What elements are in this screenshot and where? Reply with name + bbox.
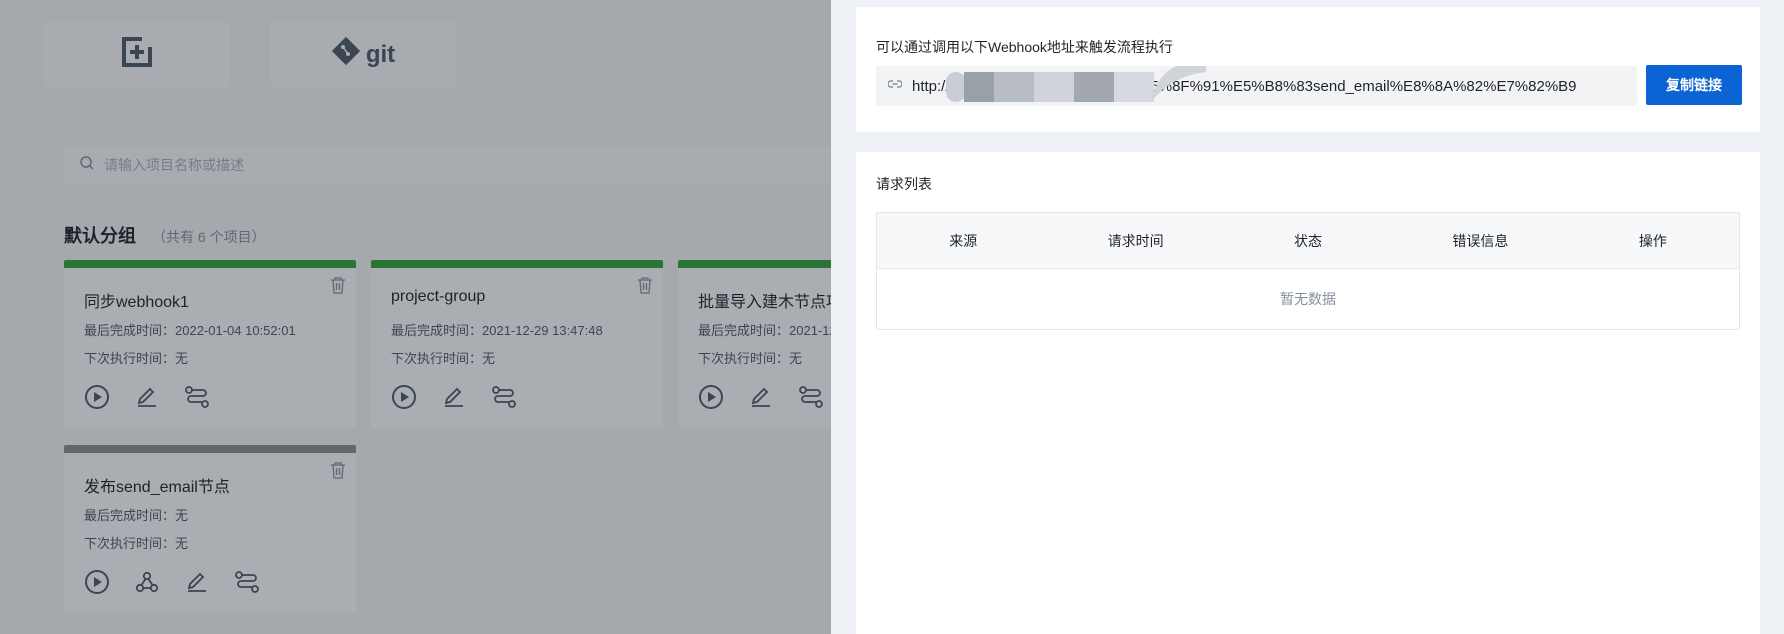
webhook-drawer: 可以通过调用以下Webhook地址来触发流程执行 http://xxxxxxxx… (831, 0, 1784, 634)
link-icon (887, 77, 903, 96)
request-table: 来源 请求时间 状态 错误信息 操作 暂无数据 (876, 212, 1740, 330)
table-header: 来源 请求时间 状态 错误信息 操作 (877, 213, 1739, 269)
column-source: 来源 (949, 232, 978, 249)
request-list-panel: 请求列表 来源 请求时间 状态 错误信息 操作 暂无数据 (856, 152, 1760, 634)
column-request-time: 请求时间 (1107, 232, 1164, 249)
webhook-url[interactable]: http://xxxxxxxxxx:xxxx/webhook/%E5%8F%91… (912, 78, 1637, 95)
webhook-panel: 可以通过调用以下Webhook地址来触发流程执行 http://xxxxxxxx… (856, 7, 1760, 132)
webhook-url-box[interactable]: http://xxxxxxxxxx:xxxx/webhook/%E5%8F%91… (876, 66, 1637, 106)
request-list-title: 请求列表 (876, 176, 932, 192)
column-status: 状态 (1294, 232, 1323, 249)
empty-state: 暂无数据 (1280, 291, 1336, 307)
copy-link-button[interactable]: 复制链接 (1646, 65, 1742, 105)
column-actions: 操作 (1638, 232, 1667, 249)
webhook-hint: 可以通过调用以下Webhook地址来触发流程执行 (876, 39, 1173, 55)
column-error-message: 错误信息 (1452, 232, 1509, 249)
